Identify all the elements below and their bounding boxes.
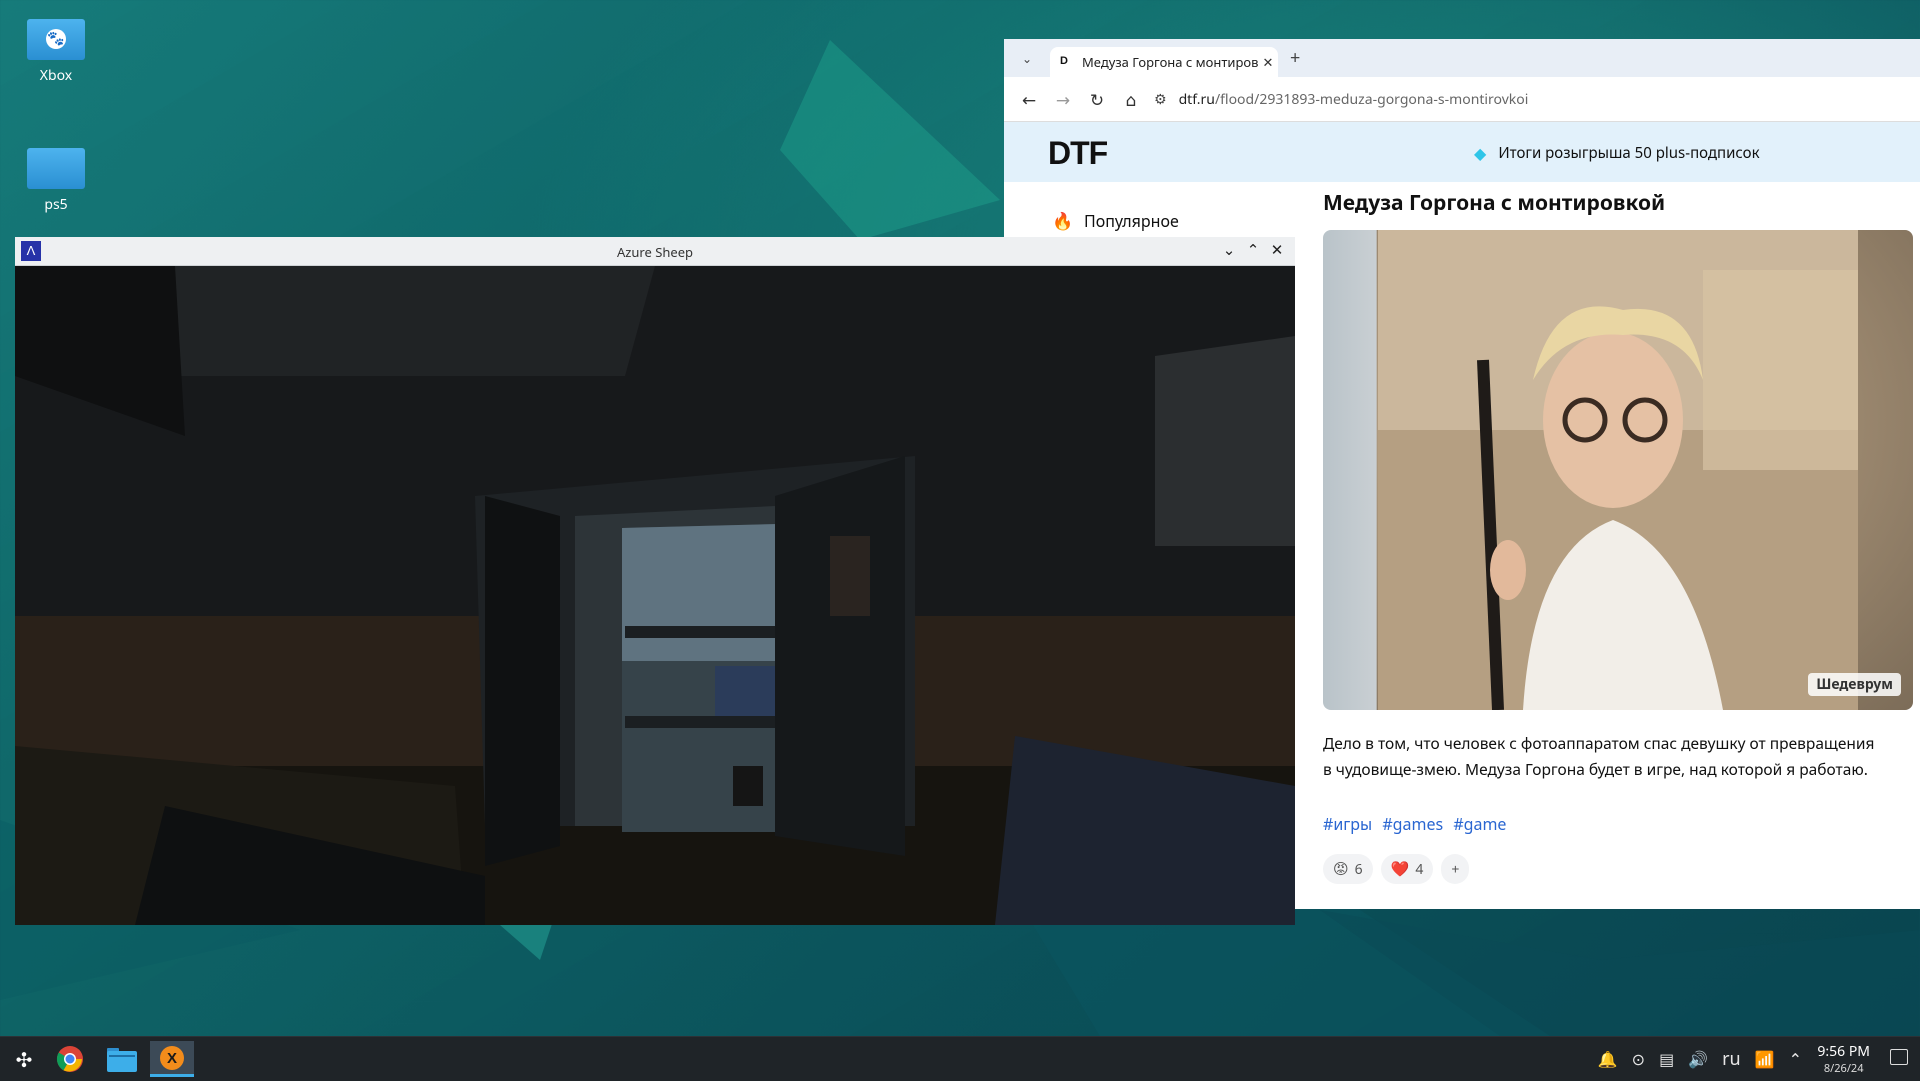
desktop-icon-xbox[interactable]: 🐾 Xbox — [16, 14, 96, 85]
game-scene — [15, 266, 1295, 925]
tag-link[interactable]: #game — [1453, 813, 1506, 835]
angry-face-icon: 😡 — [1333, 859, 1349, 879]
minimize-icon[interactable]: ⌄ — [1217, 240, 1241, 260]
reaction-heart[interactable]: ❤️ 4 — [1380, 854, 1434, 884]
wifi-icon[interactable]: 📶 — [1755, 1048, 1775, 1070]
game-window: Λ Azure Sheep ⌄ ⌃ ✕ — [15, 237, 1295, 925]
site-header: DTF ◆ Итоги розыгрыша 50 plus-подписок — [1004, 122, 1920, 182]
taskbar-chrome[interactable] — [48, 1041, 92, 1077]
promo-text: Итоги розыгрыша 50 plus-подписок — [1498, 143, 1760, 163]
add-reaction-button[interactable]: + — [1441, 854, 1470, 884]
updates-icon[interactable]: ⊙ — [1632, 1048, 1645, 1070]
tag-link[interactable]: #games — [1382, 813, 1443, 835]
sidebar-item-label: Популярное — [1084, 209, 1179, 232]
expand-tray-icon[interactable]: ⌃ — [1789, 1048, 1802, 1070]
url-path: /flood/2931893-meduza-gorgona-s-montirov… — [1214, 89, 1529, 109]
tab-title: Медуза Горгона с монтировкой — [1082, 53, 1258, 71]
launcher-icon: ✣ — [15, 1045, 33, 1073]
tag-link[interactable]: #игры — [1323, 813, 1372, 835]
taskbar: ✣ X 🔔 ⊙ ▤ 🔊 ru 📶 ⌃ 9:56 PM 8/26/24 — [0, 1036, 1920, 1081]
image-watermark: Шедеврум — [1808, 673, 1901, 696]
post-image[interactable]: Шедеврум — [1323, 230, 1913, 710]
game-viewport[interactable] — [15, 266, 1295, 925]
site-logo[interactable]: DTF — [1048, 135, 1108, 172]
taskbar-game[interactable]: X — [150, 1041, 194, 1077]
window-title: Azure Sheep — [616, 243, 694, 261]
post-body-text: Дело в том, что человек с фотоаппаратом … — [1323, 732, 1875, 780]
back-arrow-icon[interactable]: ← — [1012, 88, 1046, 111]
system-tray: 🔔 ⊙ ▤ 🔊 ru 📶 ⌃ — [1584, 1047, 1802, 1071]
desktop-icon-label: Xbox — [39, 66, 73, 85]
post-tags: #игры #games #game — [1323, 813, 1512, 835]
reload-icon[interactable]: ↻ — [1080, 88, 1114, 111]
notifications-icon[interactable]: 🔔 — [1598, 1048, 1618, 1070]
app-launcher-button[interactable]: ✣ — [2, 1041, 46, 1077]
post-title: Медуза Горгона с монтировкой — [1323, 189, 1666, 217]
reactions-bar: 😡 6 ❤️ 4 + — [1323, 854, 1477, 884]
reaction-count: 4 — [1415, 859, 1424, 879]
post-image-illustration — [1378, 230, 1858, 710]
home-icon[interactable]: ⌂ — [1114, 88, 1148, 111]
address-bar[interactable]: ⚙ dtf.ru/flood/2931893-meduza-gorgona-s-… — [1154, 90, 1528, 109]
chevron-down-icon: ⌄ — [1021, 49, 1033, 67]
fire-icon: 🔥 — [1052, 209, 1074, 232]
diamond-icon: ◆ — [1474, 142, 1487, 164]
desktop-icon-ps5[interactable]: ps5 — [16, 143, 96, 214]
dtf-favicon-icon: D — [1060, 55, 1068, 67]
new-tab-button[interactable]: + — [1290, 46, 1300, 70]
volume-icon[interactable]: 🔊 — [1688, 1048, 1708, 1070]
browser-toolbar: ← → ↻ ⌂ ⚙ dtf.ru/flood/2931893-meduza-go… — [1004, 77, 1920, 122]
folder-icon — [27, 143, 85, 189]
close-icon[interactable]: ✕ — [1265, 240, 1289, 260]
gamepad-folder-icon: 🐾 — [27, 14, 85, 60]
site-info-icon[interactable]: ⚙ — [1154, 90, 1167, 109]
svg-text:X: X — [167, 1050, 177, 1067]
game-titlebar[interactable]: Λ Azure Sheep ⌄ ⌃ ✕ — [15, 237, 1295, 266]
clock-date: 8/26/24 — [1823, 1061, 1864, 1076]
reaction-angry[interactable]: 😡 6 — [1323, 854, 1373, 884]
maximize-icon[interactable]: ⌃ — [1241, 240, 1265, 260]
browser-tab[interactable]: D Медуза Горгона с монтировкой ✕ — [1050, 47, 1278, 77]
keyboard-layout[interactable]: ru — [1722, 1047, 1741, 1071]
reaction-count: 6 — [1354, 859, 1363, 879]
url-host: dtf.ru — [1178, 89, 1215, 109]
show-desktop-button[interactable] — [1890, 1049, 1908, 1065]
game-app-icon: X — [160, 1045, 184, 1070]
promo-banner[interactable]: ◆ Итоги розыгрыша 50 plus-подписок — [1474, 142, 1760, 164]
chrome-icon — [56, 1046, 83, 1072]
folder-icon — [107, 1048, 137, 1072]
clipboard-icon[interactable]: ▤ — [1659, 1048, 1674, 1070]
clock-time: 9:56 PM — [1817, 1042, 1870, 1061]
taskbar-file-manager[interactable] — [100, 1041, 144, 1077]
tab-strip: ⌄ D Медуза Горгона с монтировкой ✕ + — [1004, 39, 1920, 77]
tab-search-button[interactable]: ⌄ — [1014, 45, 1040, 71]
window-controls: ⌄ ⌃ ✕ — [1217, 240, 1289, 260]
close-tab-icon[interactable]: ✕ — [1258, 53, 1278, 71]
clock[interactable]: 9:56 PM 8/26/24 — [1817, 1042, 1870, 1076]
forward-arrow-icon[interactable]: → — [1046, 88, 1080, 111]
heart-icon: ❤️ — [1390, 859, 1410, 879]
sidebar-item-popular[interactable]: 🔥 Популярное — [1052, 209, 1179, 232]
desktop-icon-label: ps5 — [44, 195, 68, 214]
